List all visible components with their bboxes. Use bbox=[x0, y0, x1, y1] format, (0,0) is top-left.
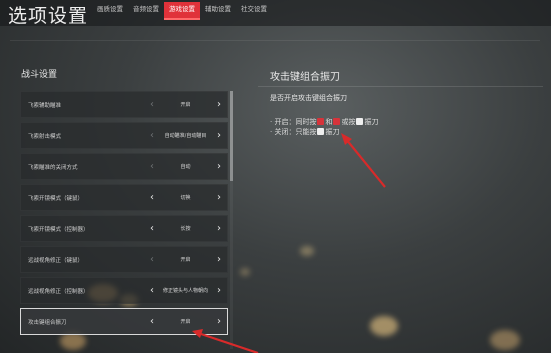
setting-row[interactable]: 飞索辅助瞄准 ‹ 开启 › bbox=[20, 91, 228, 118]
setting-value: 开启 bbox=[180, 319, 191, 325]
chevron-left-icon[interactable]: ‹ bbox=[145, 314, 159, 330]
chevron-right-icon[interactable]: › bbox=[212, 128, 226, 144]
option-off-suffix: 振刀 bbox=[325, 128, 340, 136]
chevron-left-icon[interactable]: ‹ bbox=[145, 97, 159, 113]
settings-tabs: 画质设置 音频设置 游戏设置 辅助设置 社交设置 bbox=[92, 2, 272, 22]
bokeh-light bbox=[240, 268, 250, 276]
setting-label: 飞索瞄准的关闭方式 bbox=[28, 165, 78, 171]
setting-value: 开启 bbox=[180, 102, 191, 108]
settings-list: 飞索辅助瞄准 ‹ 开启 › 飞索射击模式 ‹ 自动瞄准/自动瞄目 › 飞索瞄准的关闭方式 ‹ 自动 ›… bbox=[20, 91, 228, 339]
setting-label: 飞索射击模式 bbox=[28, 134, 62, 140]
setting-value: 修正镜头与人物朝向 bbox=[162, 288, 208, 294]
tab-graphics[interactable]: 画质设置 bbox=[92, 2, 128, 20]
header-divider bbox=[10, 40, 540, 41]
section-title: 战斗设置 bbox=[21, 70, 58, 80]
setting-row[interactable]: 飞索瞄准的关闭方式 ‹ 自动 › bbox=[20, 153, 228, 180]
setting-row[interactable]: 攻击键组合振刀 ‹ 开启 › bbox=[20, 308, 228, 335]
option-off-prefix: · 关闭：只能按 bbox=[270, 128, 317, 136]
setting-label: 飞索辅助瞄准 bbox=[28, 103, 62, 109]
tab-assist[interactable]: 辅助设置 bbox=[200, 2, 236, 20]
setting-label: 远战视角修正（控制器） bbox=[28, 289, 89, 295]
setting-row[interactable]: 飞索射击模式 ‹ 自动瞄准/自动瞄目 › bbox=[20, 122, 228, 149]
setting-label: 飞索开镜模式（控制器） bbox=[28, 227, 89, 233]
red-key-icon bbox=[333, 118, 341, 125]
chevron-right-icon[interactable]: › bbox=[212, 190, 226, 206]
option-on-mid2: 或按 bbox=[341, 118, 356, 126]
chevron-right-icon[interactable]: › bbox=[212, 314, 226, 330]
chevron-left-icon[interactable]: ‹ bbox=[145, 221, 159, 237]
setting-value: 开启 bbox=[180, 257, 191, 263]
setting-label: 攻击键组合振刀 bbox=[28, 320, 67, 326]
scrollbar-thumb[interactable] bbox=[230, 91, 233, 181]
description-panel: 攻击键组合振刀 是否开启攻击键组合振刀 · 开启：同时按和或按 振刀 · 关闭：只… bbox=[258, 58, 543, 353]
white-key-icon bbox=[317, 128, 325, 135]
setting-label: 飞索开镜模式（键鼠） bbox=[28, 196, 84, 202]
chevron-left-icon[interactable]: ‹ bbox=[145, 159, 159, 175]
chevron-left-icon[interactable]: ‹ bbox=[145, 283, 159, 299]
chevron-left-icon[interactable]: ‹ bbox=[145, 252, 159, 268]
setting-value: 长按 bbox=[180, 226, 191, 232]
setting-row[interactable]: 远战视角修正（控制器） ‹ 修正镜头与人物朝向 › bbox=[20, 277, 228, 304]
option-on-prefix: · 开启：同时按 bbox=[270, 118, 317, 126]
option-off-description: · 关闭：只能按 振刀 bbox=[270, 127, 339, 137]
chevron-right-icon[interactable]: › bbox=[212, 252, 226, 268]
setting-value: 自动瞄准/自动瞄目 bbox=[164, 133, 207, 139]
setting-value: 自动 bbox=[180, 164, 191, 170]
description-title: 攻击键组合振刀 bbox=[270, 72, 340, 83]
tab-social[interactable]: 社交设置 bbox=[236, 2, 272, 20]
description-divider bbox=[258, 86, 543, 87]
chevron-right-icon[interactable]: › bbox=[212, 159, 226, 175]
top-bar: 选项设置 画质设置 音频设置 游戏设置 辅助设置 社交设置 bbox=[0, 0, 551, 27]
chevron-right-icon[interactable]: › bbox=[212, 221, 226, 237]
chevron-right-icon[interactable]: › bbox=[212, 97, 226, 113]
option-on-description: · 开启：同时按和或按 振刀 bbox=[270, 117, 378, 127]
white-key-icon bbox=[356, 118, 364, 125]
setting-value: 切换 bbox=[180, 195, 191, 201]
setting-row[interactable]: 远战视角修正（键鼠） ‹ 开启 › bbox=[20, 246, 228, 273]
setting-row[interactable]: 飞索开镜模式（键鼠） ‹ 切换 › bbox=[20, 184, 228, 211]
chevron-left-icon[interactable]: ‹ bbox=[145, 128, 159, 144]
red-key-icon bbox=[317, 118, 325, 125]
page-title: 选项设置 bbox=[8, 5, 89, 27]
chevron-right-icon[interactable]: › bbox=[212, 283, 226, 299]
tab-game[interactable]: 游戏设置 bbox=[164, 2, 200, 20]
description-question: 是否开启攻击键组合振刀 bbox=[270, 94, 347, 102]
chevron-left-icon[interactable]: ‹ bbox=[145, 190, 159, 206]
option-on-mid1: 和 bbox=[325, 118, 333, 126]
option-on-suffix: 振刀 bbox=[364, 118, 379, 126]
tab-audio[interactable]: 音频设置 bbox=[128, 2, 164, 20]
setting-label: 远战视角修正（键鼠） bbox=[28, 258, 84, 264]
setting-row[interactable]: 飞索开镜模式（控制器） ‹ 长按 › bbox=[20, 215, 228, 242]
